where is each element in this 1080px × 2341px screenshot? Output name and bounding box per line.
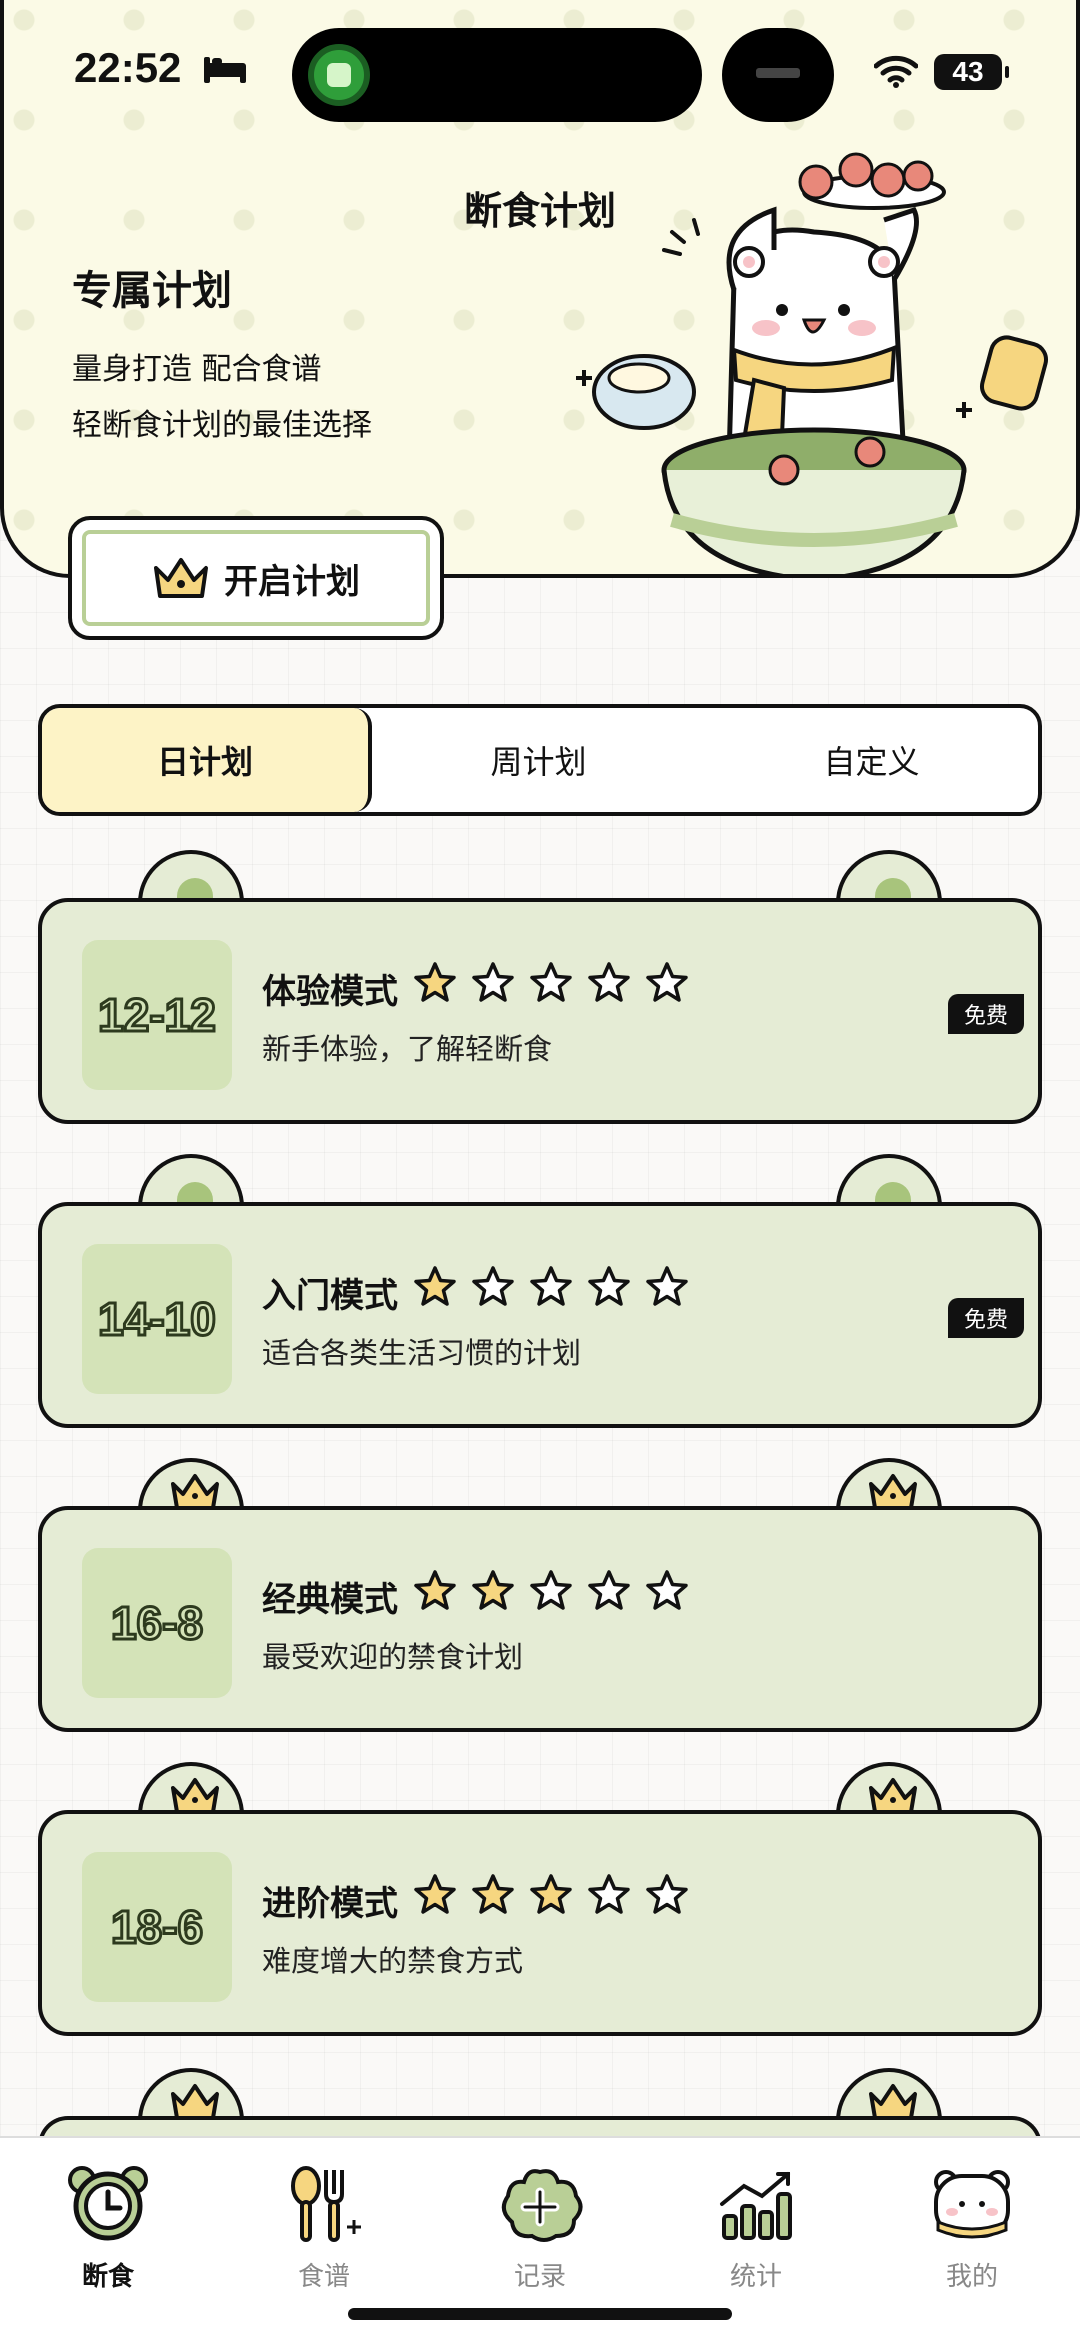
utensils-icon xyxy=(291,2166,361,2242)
star-outline-icon xyxy=(646,1266,688,1306)
dynamic-island-secondary[interactable] xyxy=(722,28,834,122)
plan-card[interactable]: 12-12 体验模式新手体验，了解轻断食 免费 xyxy=(38,850,1042,1124)
plan-card-body: 12-12 体验模式新手体验，了解轻断食 免费 xyxy=(38,898,1042,1124)
star-outline-icon xyxy=(530,1266,572,1306)
free-badge: 免费 xyxy=(948,1298,1024,1338)
live-activity-icon xyxy=(308,44,370,106)
tab-dot xyxy=(177,1182,213,1204)
difficulty-stars xyxy=(412,1264,690,1310)
nav-fasting[interactable]: 断食 xyxy=(0,2138,216,2341)
tab-dot xyxy=(875,878,911,900)
battery-indicator: 43 xyxy=(934,54,1009,90)
free-badge: 免费 xyxy=(948,994,1024,1034)
star-outline-icon xyxy=(646,1874,688,1914)
bear-mascot-illustration xyxy=(576,152,1048,574)
star-filled-icon xyxy=(472,1570,514,1610)
plan-name: 体验模式 xyxy=(262,972,398,1012)
star-outline-icon xyxy=(588,1570,630,1610)
star-outline-icon xyxy=(588,962,630,1002)
tab-custom-plan[interactable]: 自定义 xyxy=(705,708,1038,812)
tab-dot xyxy=(875,1182,911,1204)
sleep-focus-icon xyxy=(204,57,246,83)
plan-card[interactable]: 14-10 入门模式适合各类生活习惯的计划 免费 xyxy=(38,1154,1042,1428)
star-outline-icon xyxy=(472,1266,514,1306)
home-indicator[interactable] xyxy=(348,2308,732,2320)
wifi-icon xyxy=(874,55,918,88)
fasting-ratio: 18-6 xyxy=(82,1852,232,2002)
bear-profile-icon xyxy=(934,2170,1010,2239)
hero-banner: 22:52 43 断食计划 专属计划 量身打造 配合食谱 轻断食计划的最佳选择 xyxy=(0,0,1080,578)
fasting-ratio: 12-12 xyxy=(82,940,232,1090)
tab-daily-plan[interactable]: 日计划 xyxy=(42,708,372,812)
nav-label: 我的 xyxy=(945,2262,998,2292)
star-filled-icon xyxy=(414,1874,456,1914)
star-filled-icon xyxy=(414,1570,456,1610)
clock-icon xyxy=(68,2166,148,2241)
nav-label: 记录 xyxy=(513,2262,566,2292)
plan-description: 适合各类生活习惯的计划 xyxy=(262,1336,582,1370)
plan-name: 入门模式 xyxy=(262,1276,398,1316)
nav-label: 统计 xyxy=(729,2262,782,2292)
fasting-ratio: 16-8 xyxy=(82,1548,232,1698)
start-plan-label: 开启计划 xyxy=(224,561,360,602)
plan-type-tabs: 日计划 周计划 自定义 xyxy=(38,704,1042,816)
tab-weekly-plan[interactable]: 周计划 xyxy=(372,708,705,812)
star-filled-icon xyxy=(530,1874,572,1914)
difficulty-stars xyxy=(412,1872,690,1918)
star-outline-icon xyxy=(588,1266,630,1306)
star-outline-icon xyxy=(646,962,688,1002)
star-filled-icon xyxy=(414,1266,456,1306)
crown-icon xyxy=(154,558,208,598)
start-plan-button[interactable]: 开启计划 xyxy=(68,516,444,640)
plan-name: 进阶模式 xyxy=(262,1884,398,1924)
plan-card-body: 16-8 经典模式最受欢迎的禁食计划 xyxy=(38,1506,1042,1732)
star-outline-icon xyxy=(472,962,514,1002)
star-outline-icon xyxy=(588,1874,630,1914)
plan-card-body: 14-10 入门模式适合各类生活习惯的计划 免费 xyxy=(38,1202,1042,1428)
fasting-ratio: 14-10 xyxy=(82,1244,232,1394)
dynamic-island[interactable] xyxy=(292,28,702,122)
star-filled-icon xyxy=(472,1874,514,1914)
nav-profile[interactable]: 我的 xyxy=(864,2138,1080,2341)
star-outline-icon xyxy=(530,1570,572,1610)
add-record-icon xyxy=(501,2169,583,2242)
chart-icon xyxy=(720,2172,792,2240)
plan-card[interactable]: 18-6 进阶模式难度增大的禁食方式 xyxy=(38,1762,1042,2036)
star-outline-icon xyxy=(646,1570,688,1610)
hero-subtitle: 专属计划 xyxy=(72,267,232,314)
plan-card[interactable]: 16-8 经典模式最受欢迎的禁食计划 xyxy=(38,1458,1042,1732)
hero-tagline-2: 轻断食计划的最佳选择 xyxy=(72,408,372,443)
star-outline-icon xyxy=(530,962,572,1002)
star-filled-icon xyxy=(414,962,456,1002)
hero-tagline-1: 量身打造 配合食谱 xyxy=(72,352,322,387)
plan-description: 难度增大的禁食方式 xyxy=(262,1944,524,1978)
tab-dot xyxy=(177,878,213,900)
difficulty-stars xyxy=(412,960,690,1006)
nav-label: 食谱 xyxy=(297,2262,350,2292)
plan-description: 新手体验，了解轻断食 xyxy=(262,1032,553,1066)
difficulty-stars xyxy=(412,1568,690,1614)
plan-description: 最受欢迎的禁食计划 xyxy=(262,1640,524,1674)
plan-card-body: 18-6 进阶模式难度增大的禁食方式 xyxy=(38,1810,1042,2036)
nav-label: 断食 xyxy=(81,2262,134,2292)
plan-name: 经典模式 xyxy=(262,1580,398,1620)
status-time: 22:52 xyxy=(74,44,182,91)
